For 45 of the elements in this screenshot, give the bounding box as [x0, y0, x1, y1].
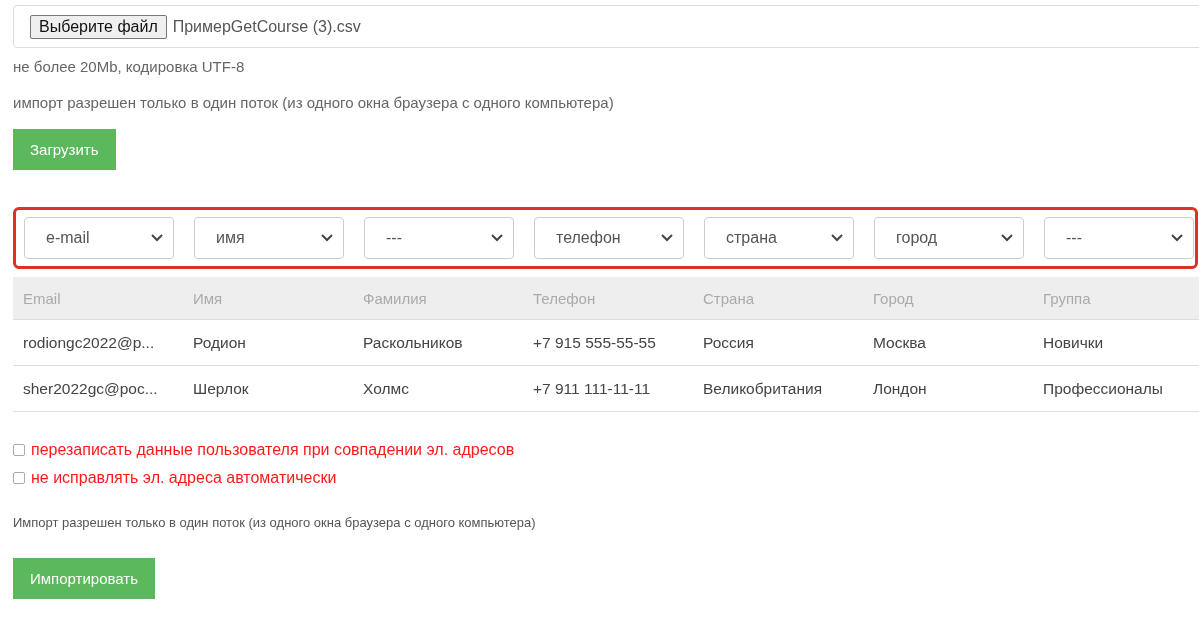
- table-cell-text: rodiongc2022@p...: [22, 333, 156, 352]
- table-cell-text: Профессионалы: [1042, 379, 1164, 398]
- column-header: Email: [22, 289, 62, 307]
- hint-text: не более 20Mb, кодировка UTF-8: [13, 58, 246, 76]
- note-text: Импорт разрешен только в один поток (из одного окна браузера с одного компьютера): [13, 515, 537, 530]
- chevron-down-icon: [661, 234, 673, 242]
- table-cell-text: sher2022gc@poc...: [22, 379, 159, 398]
- chevron-down-icon: [831, 234, 843, 242]
- table-cell-text: Родион: [192, 333, 247, 352]
- file-input[interactable]: Выберите файл ПримерGetCourse (3).csv: [13, 5, 1199, 48]
- table-cell-text: Лондон: [872, 379, 928, 398]
- column-header: Город: [872, 289, 915, 307]
- table-cell-text: Россия: [702, 333, 755, 352]
- checkbox[interactable]: [13, 472, 25, 484]
- chevron-down-icon: [491, 234, 503, 242]
- column-header: Телефон: [532, 289, 597, 307]
- chevron-down-icon: [1171, 234, 1183, 242]
- column-mapping-dropdown[interactable]: ---: [364, 217, 514, 259]
- table-cell-text: Новички: [1042, 333, 1105, 352]
- column-header: Фамилия: [362, 289, 428, 307]
- column-mapping-dropdown[interactable]: ---: [1044, 217, 1194, 259]
- chevron-down-icon: [151, 234, 163, 242]
- column-header: Группа: [1042, 289, 1092, 307]
- table-cell-text: Шерлок: [192, 379, 250, 398]
- column-header: Имя: [192, 289, 224, 307]
- column-mapping-dropdown[interactable]: город: [874, 217, 1024, 259]
- column-mapping-dropdown[interactable]: имя: [194, 217, 344, 259]
- checkbox-label: не исправлять эл. адреса автоматически: [31, 469, 337, 487]
- chevron-down-icon: [321, 234, 333, 242]
- table-cell-text: +7 911 111-11-11: [532, 379, 652, 398]
- checkbox-label: перезаписать данные пользователя при совпадении эл. адресов: [31, 441, 515, 459]
- file-name: ПримерGetCourse (3).csv: [172, 17, 361, 36]
- table-cell-text: Великобритания: [702, 379, 824, 398]
- table-cell-text: +7 915 555-55-55: [532, 333, 657, 352]
- choose-file-button[interactable]: Выберите файл: [30, 14, 167, 39]
- checkbox[interactable]: [13, 444, 25, 456]
- table-cell-text: Раскольников: [362, 333, 464, 352]
- table-cell-text: Холмс: [362, 379, 410, 398]
- column-header: Страна: [702, 289, 755, 307]
- chevron-down-icon: [1001, 234, 1013, 242]
- column-mapping-dropdown[interactable]: e-mail: [24, 217, 174, 259]
- hint-text: импорт разрешен только в один поток (из одного окна браузера с одного компьютера): [13, 94, 615, 112]
- column-mapping-dropdown[interactable]: телефон: [534, 217, 684, 259]
- table-cell-text: Москва: [872, 333, 927, 352]
- column-mapping-dropdown[interactable]: страна: [704, 217, 854, 259]
